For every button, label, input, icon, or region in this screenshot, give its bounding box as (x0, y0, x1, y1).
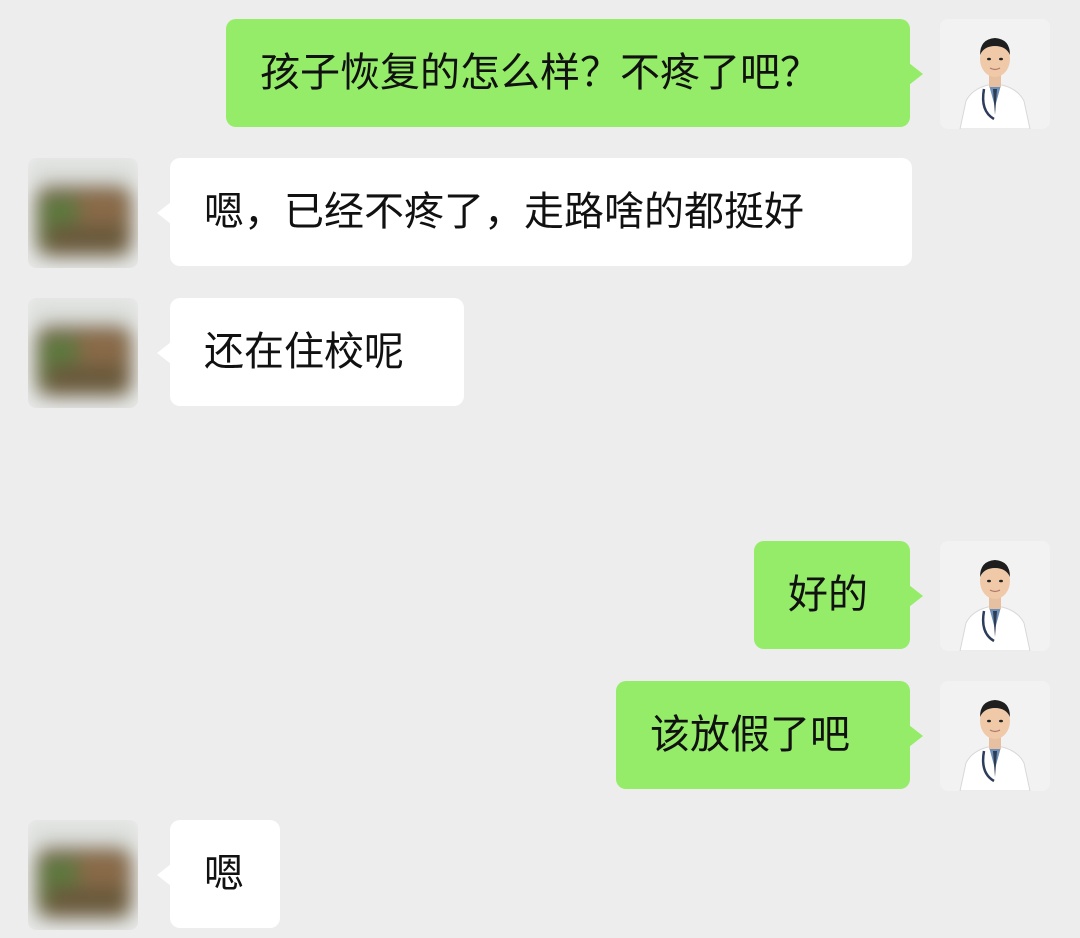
blurred-avatar[interactable] (28, 298, 138, 408)
bubble-tail (157, 342, 171, 364)
blurred-avatar[interactable] (28, 158, 138, 268)
message-text: 该放假了吧 (650, 712, 850, 758)
message-bubble[interactable]: 嗯，已经不疼了，走路啥的都挺好 (157, 158, 912, 266)
doctor-avatar[interactable] (940, 19, 1050, 129)
blurred-avatar[interactable] (28, 820, 138, 930)
message-bubble[interactable]: 嗯 (157, 820, 280, 928)
message-text: 好的 (788, 572, 868, 618)
doctor-avatar[interactable] (940, 681, 1050, 791)
bubble-tail (157, 202, 171, 224)
message-text: 孩子恢复的怎么样？不疼了吧？ (260, 50, 820, 96)
chat-window: 孩子恢复的怎么样？不疼了吧？ 嗯，已经不疼了，走路啥的都挺好 还在住校呢 好的 (0, 0, 1080, 938)
message-text: 还在住校呢 (204, 329, 404, 375)
message-bubble[interactable]: 好的 (754, 541, 923, 649)
message-bubble[interactable]: 还在住校呢 (157, 298, 464, 406)
bubble-tail (909, 725, 923, 747)
doctor-avatar[interactable] (940, 541, 1050, 651)
bubble-tail (909, 63, 923, 85)
bubble-tail (157, 864, 171, 886)
bubble-tail (909, 585, 923, 607)
message-bubble[interactable]: 该放假了吧 (616, 681, 923, 789)
message-text: 嗯 (204, 851, 244, 897)
message-text: 嗯，已经不疼了，走路啥的都挺好 (204, 189, 804, 235)
message-bubble[interactable]: 孩子恢复的怎么样？不疼了吧？ (226, 19, 923, 127)
